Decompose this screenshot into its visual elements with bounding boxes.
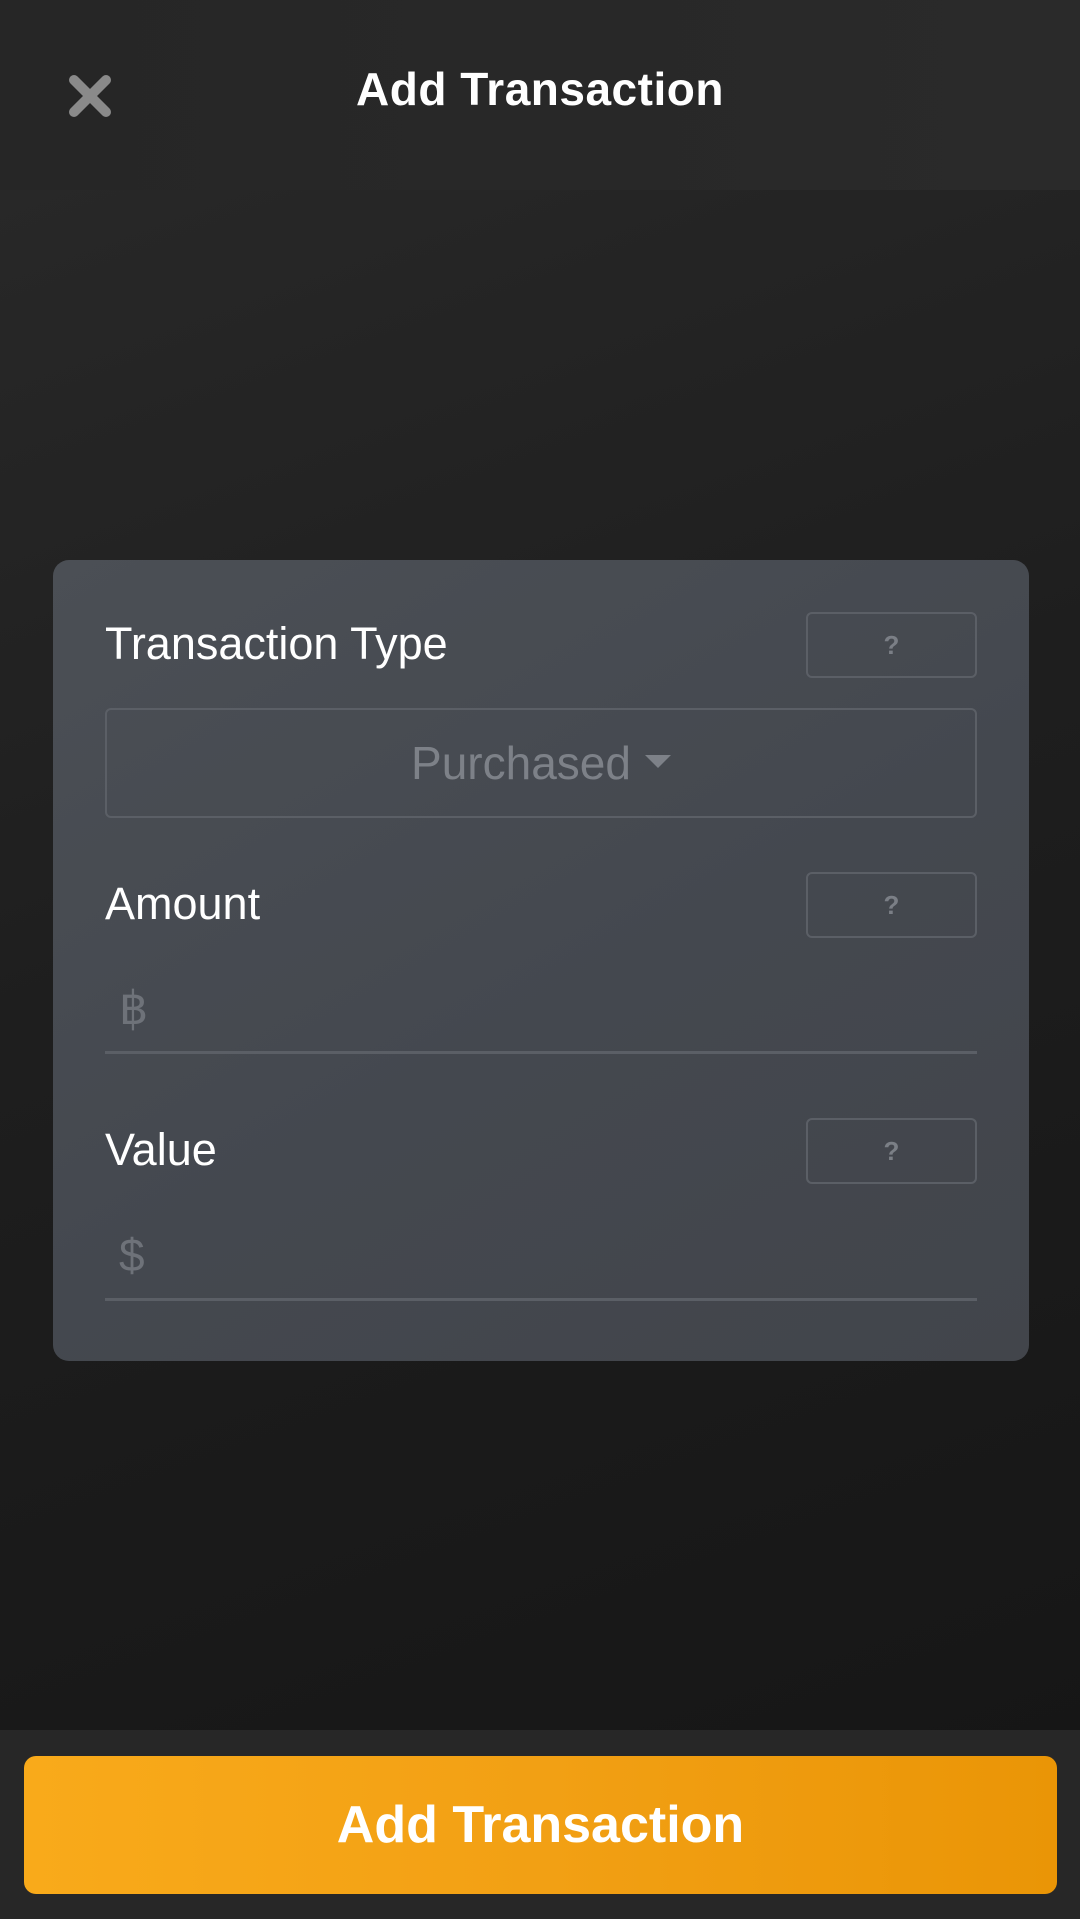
- value-input[interactable]: [159, 1210, 977, 1299]
- dollar-symbol-icon: $: [119, 1228, 145, 1281]
- page-title: Add Transaction: [356, 63, 724, 115]
- transaction-form-card: Transaction Type ? Purchased Amount ? ฿ …: [53, 560, 1029, 1361]
- transaction-type-selected-value: Purchased: [411, 737, 631, 789]
- amount-help-button[interactable]: ?: [806, 872, 977, 938]
- bitcoin-symbol-icon: ฿: [119, 981, 149, 1034]
- add-transaction-button[interactable]: Add Transaction: [24, 1756, 1057, 1894]
- bottom-action-bar: Add Transaction: [0, 1730, 1080, 1919]
- amount-input-row: ฿: [105, 963, 977, 1054]
- transaction-type-select[interactable]: Purchased: [105, 708, 977, 818]
- value-help-button[interactable]: ?: [806, 1118, 977, 1184]
- amount-label: Amount: [105, 878, 261, 929]
- value-input-row: $: [105, 1210, 977, 1301]
- amount-input[interactable]: [159, 963, 977, 1052]
- transaction-type-label: Transaction Type: [105, 618, 448, 669]
- chevron-down-icon: [644, 754, 671, 768]
- value-label: Value: [105, 1124, 217, 1175]
- transaction-type-help-button[interactable]: ?: [806, 612, 977, 678]
- header-bar: Add Transaction: [0, 0, 1080, 190]
